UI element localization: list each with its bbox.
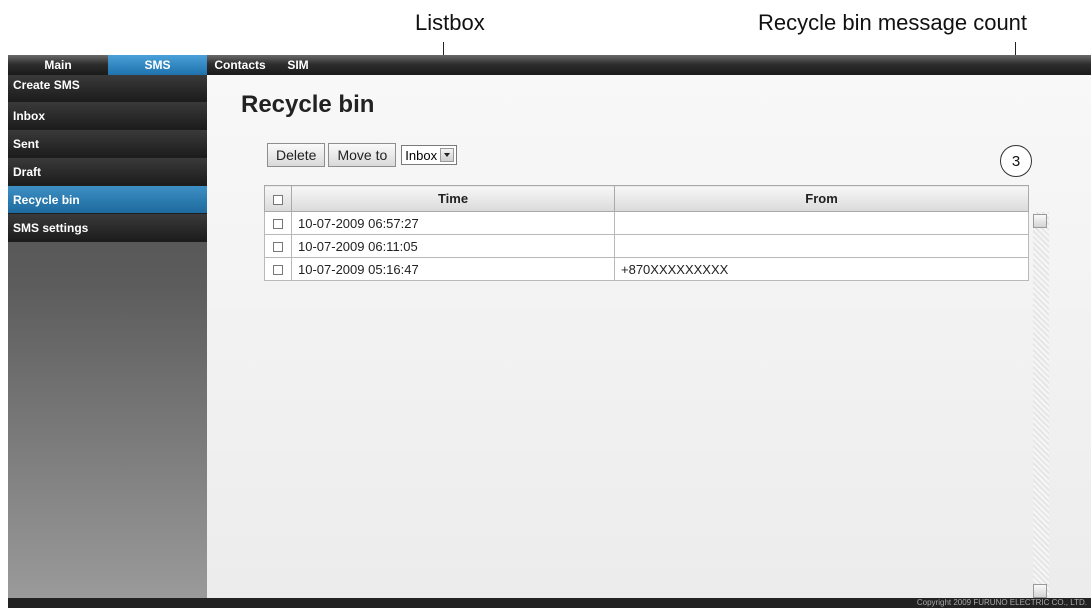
message-table: Time From 10-07-2009 06:57:27 10-07-2009… bbox=[264, 185, 1029, 281]
cell-from: +870XXXXXXXXX bbox=[614, 257, 1029, 281]
move-to-listbox[interactable]: Inbox bbox=[401, 145, 458, 165]
row-checkbox-cell bbox=[264, 234, 292, 258]
row-checkbox[interactable] bbox=[273, 242, 283, 253]
main-panel: Recycle bin Delete Move to Inbox 3 Time … bbox=[207, 75, 1091, 600]
cell-from bbox=[614, 234, 1029, 258]
message-count-annotation: Recycle bin message count bbox=[758, 10, 1028, 35]
table-row[interactable]: 10-07-2009 06:57:27 bbox=[264, 211, 1029, 235]
cell-time: 10-07-2009 05:16:47 bbox=[291, 257, 615, 281]
row-checkbox[interactable] bbox=[273, 265, 283, 276]
select-all-checkbox[interactable] bbox=[273, 194, 283, 205]
sidebar-item-sent[interactable]: Sent bbox=[8, 130, 207, 158]
page-title: Recycle bin bbox=[241, 91, 375, 118]
tab-main[interactable]: Main bbox=[8, 55, 108, 75]
row-checkbox[interactable] bbox=[273, 219, 283, 230]
table-row[interactable]: 10-07-2009 06:11:05 bbox=[264, 234, 1029, 258]
chevron-down-icon[interactable] bbox=[440, 148, 455, 162]
tab-contacts[interactable]: Contacts bbox=[207, 55, 273, 75]
sidebar-item-sms-settings[interactable]: SMS settings bbox=[8, 214, 207, 242]
sidebar: Create SMS Inbox Sent Draft Recycle bin … bbox=[8, 75, 207, 598]
delete-button[interactable]: Delete bbox=[267, 143, 326, 167]
sidebar-item-inbox[interactable]: Inbox bbox=[8, 102, 207, 130]
listbox-annotation: Listbox bbox=[415, 10, 485, 35]
vertical-scrollbar[interactable] bbox=[1033, 212, 1049, 600]
select-all-cell bbox=[264, 185, 292, 212]
scroll-up-icon[interactable] bbox=[1033, 214, 1047, 228]
row-checkbox-cell bbox=[264, 257, 292, 281]
toolbar: Delete Move to Inbox bbox=[267, 143, 458, 167]
row-checkbox-cell bbox=[264, 211, 292, 235]
cell-time: 10-07-2009 06:57:27 bbox=[291, 211, 615, 235]
table-row[interactable]: 10-07-2009 05:16:47 +870XXXXXXXXX bbox=[264, 257, 1029, 281]
listbox-value: Inbox bbox=[405, 147, 438, 163]
column-header-time[interactable]: Time bbox=[291, 185, 615, 212]
cell-from bbox=[614, 211, 1029, 235]
move-to-button[interactable]: Move to bbox=[328, 143, 397, 167]
footer-copyright: Copyright 2009 FURUNO ELECTRIC CO., LTD. bbox=[8, 598, 1091, 608]
top-nav: Main SMS Contacts SIM bbox=[8, 55, 1091, 75]
scroll-down-icon[interactable] bbox=[1033, 584, 1047, 598]
tab-sim[interactable]: SIM bbox=[273, 55, 323, 75]
sidebar-item-recycle-bin[interactable]: Recycle bin bbox=[8, 186, 207, 214]
column-header-from[interactable]: From bbox=[614, 185, 1029, 212]
sidebar-item-create-sms[interactable]: Create SMS bbox=[8, 75, 207, 102]
message-count-badge: 3 bbox=[1000, 145, 1032, 177]
tab-sms[interactable]: SMS bbox=[108, 55, 207, 75]
table-header-row: Time From bbox=[264, 185, 1029, 212]
sidebar-item-draft[interactable]: Draft bbox=[8, 158, 207, 186]
cell-time: 10-07-2009 06:11:05 bbox=[291, 234, 615, 258]
